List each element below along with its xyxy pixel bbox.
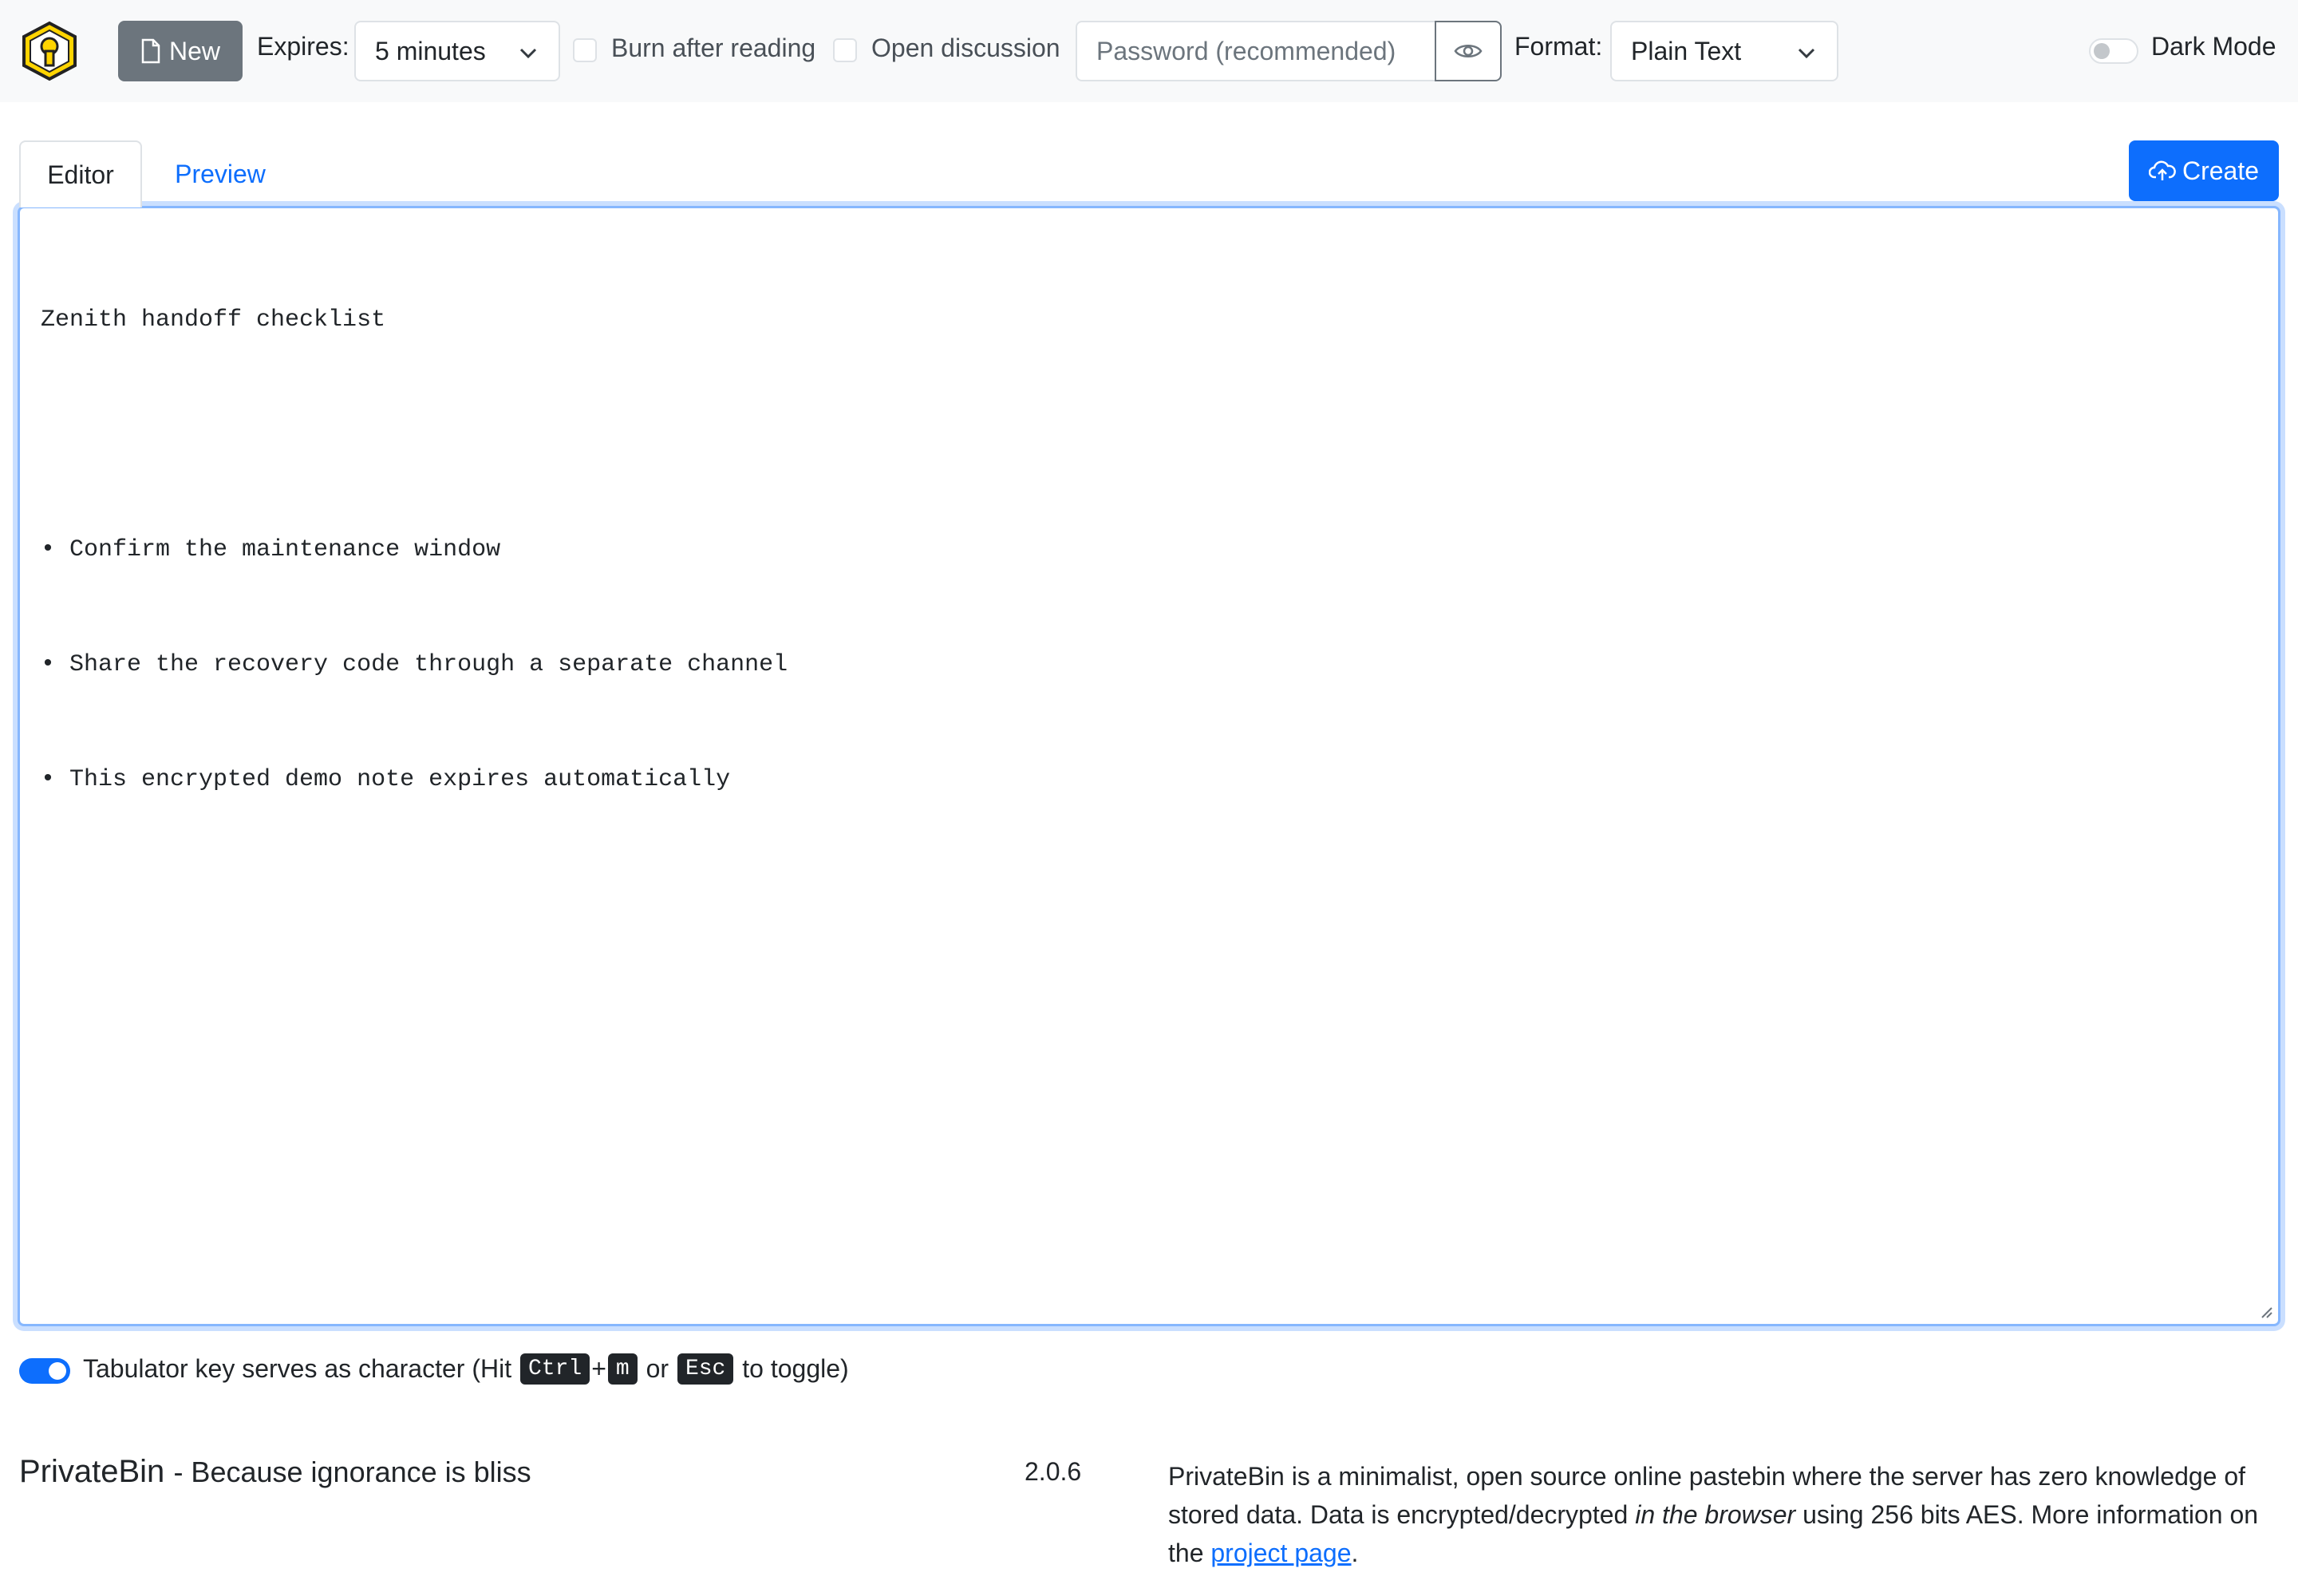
expires-select[interactable]: 5 minutes [354, 21, 560, 81]
new-button-label: New [168, 36, 220, 65]
expires-value: 5 minutes [375, 36, 486, 65]
create-button-label: Create [2182, 156, 2260, 185]
format-value: Plain Text [1631, 36, 1742, 65]
navbar: New Expires: 5 minutes Burn after readin… [0, 0, 2298, 102]
tabulator-note-suffix: to toggle) [742, 1354, 849, 1383]
burn-after-reading-label[interactable]: Burn after reading [611, 34, 815, 63]
tab-preview-label: Preview [175, 159, 266, 188]
kbd-m: m [607, 1353, 638, 1385]
create-button[interactable]: Create [2129, 140, 2279, 201]
chevron-down-icon [519, 48, 537, 59]
expires-label: Expires: [257, 32, 349, 61]
dark-mode-label[interactable]: Dark Mode [2151, 32, 2276, 61]
editor-line: • This encrypted demo note expires autom… [41, 766, 731, 793]
footer-tagline: - Because ignorance is bliss [173, 1456, 531, 1488]
footer-brand-name: PrivateBin [19, 1454, 165, 1489]
file-icon [141, 38, 160, 64]
open-discussion-checkbox[interactable] [833, 38, 857, 62]
tabulator-note-or: or [646, 1354, 669, 1383]
tabulator-toggle[interactable] [19, 1358, 70, 1384]
project-page-link[interactable]: project page [1210, 1539, 1351, 1567]
burn-after-reading-checkbox[interactable] [573, 38, 597, 62]
editor-line: • Confirm the maintenance window [41, 536, 501, 563]
chevron-down-icon [1798, 48, 1815, 59]
password-input[interactable]: Password (recommended) [1076, 21, 1436, 81]
footer-about: PrivateBin is a minimalist, open source … [1168, 1457, 2269, 1572]
tabulator-note: Tabulator key serves as character (Hit C… [83, 1353, 849, 1385]
footer-about-text: . [1351, 1539, 1359, 1567]
kbd-ctrl: Ctrl [519, 1353, 590, 1385]
eye-icon [1454, 45, 1483, 57]
new-button[interactable]: New [118, 21, 243, 81]
footer-about-emphasis: in the browser [1635, 1500, 1796, 1529]
message-editor[interactable]: Zenith handoff checklist • Confirm the m… [18, 206, 2280, 1326]
tabulator-note-prefix: Tabulator key serves as character (Hit [83, 1354, 512, 1383]
cloud-upload-icon [2148, 160, 2176, 180]
format-select[interactable]: Plain Text [1610, 21, 1838, 81]
tab-preview[interactable]: Preview [156, 140, 284, 207]
password-placeholder: Password (recommended) [1096, 36, 1396, 65]
dark-mode-toggle[interactable] [2089, 38, 2138, 64]
editor-line: • Share the recovery code through a sepa… [41, 651, 788, 678]
tab-editor[interactable]: Editor [19, 140, 142, 207]
kbd-plus: + [591, 1354, 606, 1383]
open-discussion-label[interactable]: Open discussion [871, 34, 1060, 63]
show-password-button[interactable] [1435, 21, 1502, 81]
tab-editor-label: Editor [47, 160, 114, 189]
format-label: Format: [1514, 32, 1603, 61]
privatebin-logo-icon[interactable] [19, 21, 80, 81]
editor-line: Zenith handoff checklist [41, 306, 386, 334]
footer-version: 2.0.6 [1025, 1457, 1082, 1486]
kbd-esc: Esc [677, 1353, 734, 1385]
resize-handle-icon[interactable] [2259, 1305, 2273, 1319]
footer-brand: PrivateBin - Because ignorance is bliss [19, 1454, 531, 1490]
